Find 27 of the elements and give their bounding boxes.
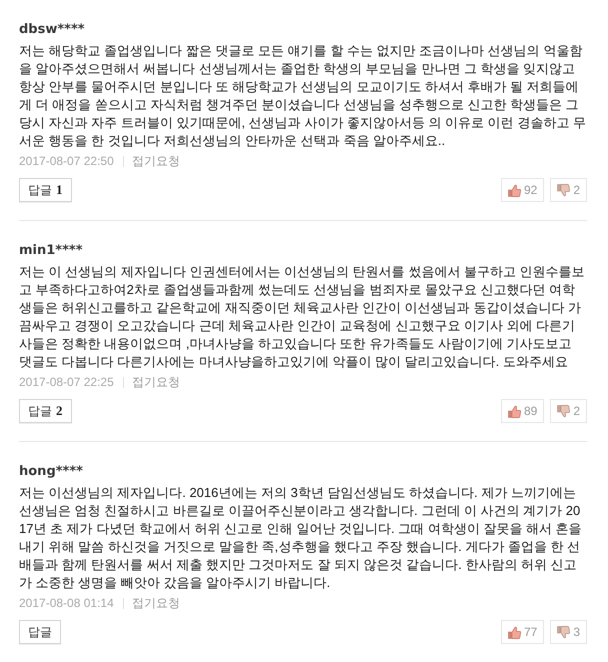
dislike-button[interactable]: 2 bbox=[550, 178, 587, 202]
reply-button[interactable]: 답글 2 bbox=[19, 399, 72, 423]
username: min1**** bbox=[19, 243, 82, 259]
dislike-button[interactable]: 2 bbox=[550, 399, 587, 423]
comment-date: 2017-08-07 22:25 bbox=[19, 374, 114, 390]
comment-text: 저는 이 선생님의 제자입니다 인권센터에서는 이선생님의 탄원서를 썼음에서 불구하고 인원수를보고 부족하다고하여2차로 졸업생들과함께 썼는데도 선생님을 범죄자로 몰았구요 신고했다던 여학생들은 허위신고를하고 같은학교에 재직중이던 체육교사란 인간이 이선생님과 동갑이셨습니다 가끔싸우고 경쟁이 오고갔습니다 근데 체육교사란 인간이 교육청에 신고했구요 이기사 외에 다른기사들은 정확한 내용이없으며 ,마녀사냥을 하고있습니다 또한 유가족들도 사람이기에 기사도보고 댓글도 다봅니다 다른기사에는 마녀사냥을하고있기에 악플이 많이 달리고있습니다. 도와주세요 bbox=[19, 263, 586, 371]
reply-button[interactable]: 답글 1 bbox=[19, 178, 72, 202]
like-button[interactable]: 92 bbox=[500, 178, 544, 202]
comment-text: 저는 이선생님의 제자입니다. 2016년에는 저의 3학년 담임선생님도 하셨습니다. 제가 느끼기에는 선생님은 엄청 친절하시고 바른길로 이끌어주신분이라고 생각합니다. 그런데 이 사건의 계기가 2017년 초 제가 다녔던 학교에서 허위 신고로 인해 일어난 것입니다. 그때 여학생이 잘못을 해서 혼을 내기 위해 말씀 하신것을 거짓으로 말을한 족,성추행을 했다고 주장 했습니다. 게다가 졸업을 한 선배들과 함께 탄원서를 써서 제출 했지만 그것마저도 잘 되지 않은것 같습니다. 한사람의 허위 신고가 소중한 생명을 빼앗아 갔음을 알아주시기 바랍니다. bbox=[19, 484, 583, 592]
comment-text: 저는 해당학교 졸업생입니다 짧은 댓글로 모든 얘기를 할 수는 없지만 조금이나마 선생님의 억울함을 알아주셨으면해서 써봅니다 선생님께서는 졸업한 학생의 부모님을 만나면 그 학생을 잊지않고 항상 안부를 물어주시던 분입니다 또 해당학교가 선생님의 모교이기도 하셔서 후배가 될 저희들에게 더 애정을 쏟으시고 자식처럼 챙겨주던 분이셨습니다 선생님을 성추행으로 신고한 학생들은 그 당시 자신과 자주 트러블이 있기때문에, 선생님과 사이가 좋지않아서등 의 이유로 이런 경솔하고 무서운 행동을 한 것입니다 저희선생님의 안타까운 선택과 죽음 알아주세요.. bbox=[19, 42, 587, 150]
fold-request-link[interactable]: 접기요청 bbox=[132, 153, 180, 169]
reply-button[interactable]: 답글 bbox=[19, 620, 61, 644]
like-button[interactable]: 77 bbox=[500, 620, 544, 644]
comment-date: 2017-08-07 22:50 bbox=[19, 153, 114, 169]
fold-request-link[interactable]: 접기요청 bbox=[132, 595, 180, 611]
thumbs-down-icon bbox=[557, 184, 570, 196]
thumbs-down-icon bbox=[557, 404, 570, 418]
thumbs-up-icon bbox=[508, 404, 521, 418]
like-button[interactable]: 89 bbox=[500, 399, 544, 423]
fold-request-link[interactable]: 접기요청 bbox=[132, 374, 180, 390]
username: dbsw**** bbox=[19, 22, 85, 38]
thumbs-down-icon bbox=[557, 626, 570, 638]
dislike-button[interactable]: 3 bbox=[550, 620, 587, 644]
thumbs-up-icon bbox=[508, 626, 521, 638]
username: hong**** bbox=[19, 464, 83, 480]
thumbs-up-icon bbox=[508, 184, 521, 196]
comment-date: 2017-08-08 01:14 bbox=[19, 595, 114, 611]
